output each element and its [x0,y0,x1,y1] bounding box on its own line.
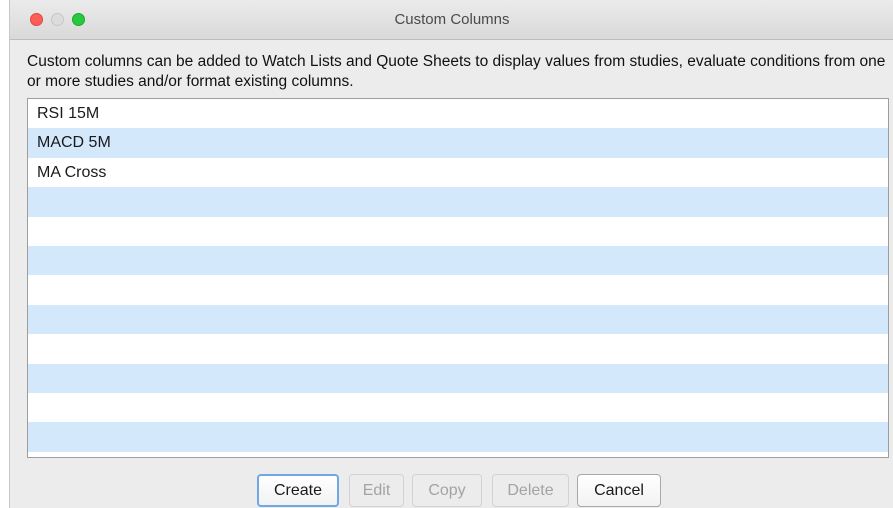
custom-columns-window: Custom Columns Custom columns can be add… [9,0,893,508]
button-bar: Create Edit Copy Delete Cancel [10,474,893,507]
list-item[interactable]: MACD 5M [28,128,888,158]
title-bar[interactable]: Custom Columns [10,0,893,40]
list-item-empty [28,334,888,363]
edit-button[interactable]: Edit [349,474,404,507]
list-item-empty [28,275,888,304]
custom-columns-list[interactable]: RSI 15M MACD 5M MA Cross [27,98,889,458]
copy-button[interactable]: Copy [412,474,482,507]
list-item-empty [28,187,888,217]
delete-button[interactable]: Delete [492,474,569,507]
list-item-empty [28,422,888,452]
cancel-button[interactable]: Cancel [577,474,661,507]
list-item-empty [28,363,888,393]
list-item[interactable]: MA Cross [28,158,888,187]
list-item-empty [28,217,888,246]
list-item[interactable]: RSI 15M [28,99,888,128]
create-button[interactable]: Create [257,474,339,507]
window-title: Custom Columns [394,11,510,28]
list-item-empty [28,245,888,276]
description-text: Custom columns can be added to Watch Lis… [27,53,886,90]
list-item-empty [28,304,888,335]
list-item-empty [28,393,888,422]
